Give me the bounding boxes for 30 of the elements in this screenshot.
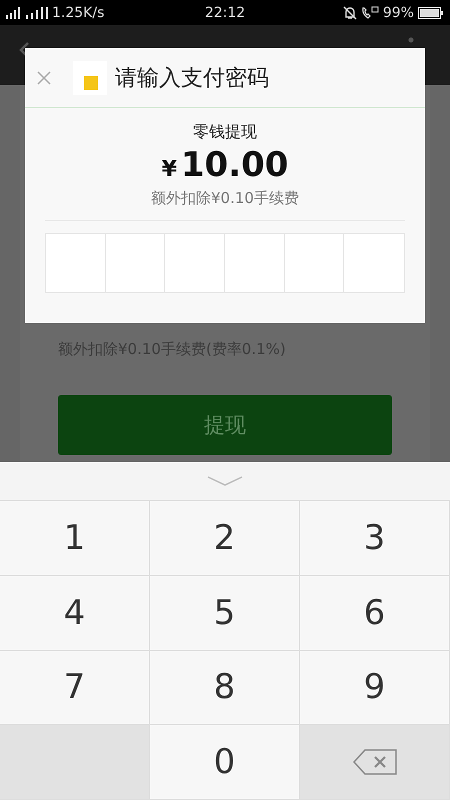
network-speed: 1.25K/s <box>52 4 104 20</box>
backspace-key[interactable] <box>300 725 450 800</box>
password-field[interactable] <box>45 233 405 293</box>
digit-key[interactable]: 0 <box>150 725 300 800</box>
digit-key[interactable]: 3 <box>300 501 450 576</box>
purpose-label: 零钱提现 <box>193 122 257 143</box>
app-logo <box>73 60 107 94</box>
phone-icon <box>360 6 379 20</box>
digit-key[interactable]: 8 <box>150 650 300 726</box>
signal-icon <box>6 6 22 18</box>
signal-icon <box>26 6 48 18</box>
muted-bell-icon <box>342 6 357 20</box>
close-icon[interactable] <box>37 70 51 84</box>
battery-percent: 99% <box>382 4 414 20</box>
digit-key[interactable]: 1 <box>0 501 150 576</box>
dialog-title: 请输入支付密码 <box>115 64 269 92</box>
more-icon[interactable] <box>408 37 414 43</box>
amount: 10.00 <box>180 145 288 185</box>
fee-text: 额外扣除¥0.10手续费 <box>45 189 405 221</box>
currency-sign: ¥ <box>162 157 177 182</box>
digit-key[interactable]: 4 <box>0 576 150 650</box>
digit-key[interactable]: 5 <box>150 576 300 650</box>
digit-key[interactable]: 2 <box>150 501 300 576</box>
battery-icon <box>418 6 444 18</box>
digit-key[interactable]: 9 <box>300 650 450 726</box>
clock: 22:12 <box>204 4 246 20</box>
backspace-icon <box>352 749 396 776</box>
chevron-down-icon[interactable] <box>207 475 243 487</box>
digit-key[interactable]: 6 <box>300 576 450 650</box>
digit-key[interactable]: 7 <box>0 650 150 726</box>
